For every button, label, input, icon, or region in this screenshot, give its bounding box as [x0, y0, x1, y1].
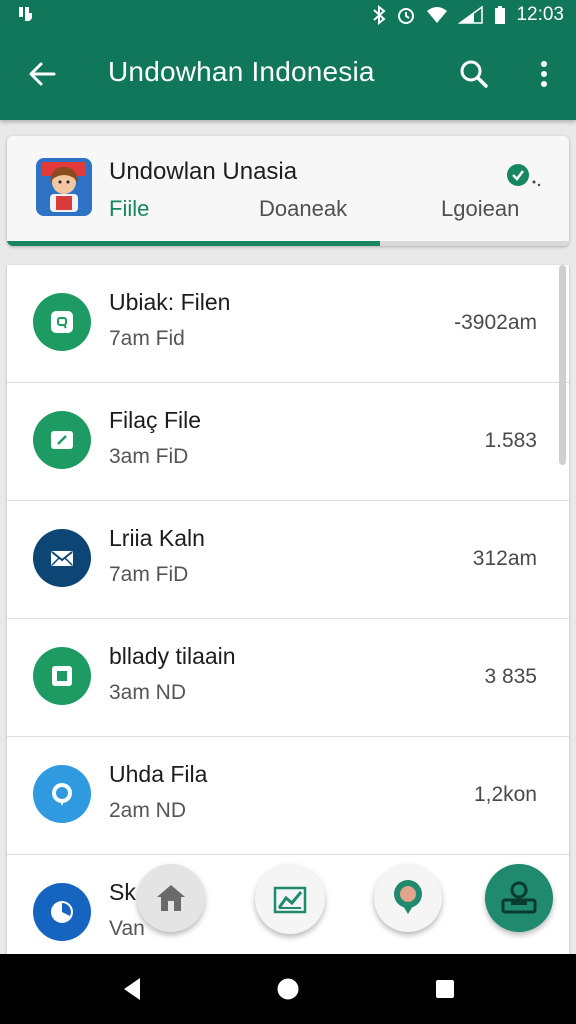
- edit-square-icon: [33, 411, 91, 469]
- file-title: Uhda Fila: [109, 761, 208, 787]
- file-subtitle: 3am FiD: [109, 445, 189, 468]
- chart-icon: [273, 886, 307, 914]
- more-vert-icon[interactable]: [530, 58, 558, 90]
- chat-bubble-icon: [33, 765, 91, 823]
- alarm-icon: [398, 8, 415, 24]
- scrollbar[interactable]: [559, 265, 566, 465]
- avatar[interactable]: [32, 156, 96, 220]
- file-subtitle: 7am Fid: [109, 327, 185, 350]
- cellular-signal-icon: [458, 5, 484, 24]
- status-bar: 12:03: [0, 0, 576, 30]
- map-pin-icon: [394, 880, 422, 914]
- file-value: -3902am: [454, 311, 537, 334]
- file-value: 1.583: [484, 429, 537, 452]
- home-icon: [157, 885, 185, 911]
- tab-files[interactable]: Fiile: [109, 196, 149, 222]
- home-button[interactable]: [137, 864, 205, 932]
- map-button[interactable]: [374, 864, 442, 932]
- wifi-icon: [427, 7, 448, 23]
- file-value: 3 835: [484, 665, 537, 688]
- app-notification-icon: [19, 7, 32, 21]
- tab-login[interactable]: Lgoiean: [441, 196, 519, 222]
- file-list: Ubiak: Filen 7am Fid -3902am Filaç File …: [7, 265, 569, 955]
- file-title: Ubiak: Filen: [109, 289, 231, 315]
- search-icon[interactable]: [458, 58, 490, 90]
- battery-icon: [495, 6, 506, 24]
- profile-card: Undowlan Unasia Fiile Doaneak Lgoiean: [7, 136, 569, 246]
- list-item[interactable]: Uhda Fila 2am ND 1,2kon: [7, 737, 569, 855]
- file-title: bllady tilaain: [109, 643, 236, 669]
- file-subtitle: 2am ND: [109, 799, 187, 822]
- list-item[interactable]: Lriia Kaln 7am FiD 312am: [7, 501, 569, 619]
- file-subtitle: 3am ND: [109, 681, 187, 704]
- list-item[interactable]: bllady tilaain 3am ND 3 835: [7, 619, 569, 737]
- profile-action-button[interactable]: [485, 864, 553, 932]
- status-time: 12:03: [516, 4, 564, 25]
- tab-download[interactable]: Doaneak: [259, 196, 347, 222]
- system-nav-bar: [0, 954, 576, 1024]
- nav-recents-icon[interactable]: [431, 975, 459, 1003]
- tab-indicator: [7, 241, 197, 246]
- app-title: Undowhan Indonesia: [108, 56, 375, 87]
- nav-home-icon[interactable]: [274, 975, 302, 1003]
- file-value: 312am: [472, 547, 537, 570]
- list-item[interactable]: Ubiak: Filen 7am Fid -3902am: [7, 265, 569, 383]
- bluetooth-icon: [373, 5, 386, 25]
- file-value: 1,2kon: [473, 783, 537, 806]
- file-title: Sk: [109, 879, 136, 905]
- chart-button[interactable]: [255, 864, 325, 934]
- profile-name: Undowlan Unasia: [109, 158, 298, 185]
- message-square-icon: [33, 293, 91, 351]
- square-icon: [33, 647, 91, 705]
- pie-chart-icon: [33, 883, 91, 941]
- verified-badge-icon: [507, 164, 541, 187]
- back-arrow-icon[interactable]: [26, 58, 58, 90]
- nav-back-icon[interactable]: [118, 975, 146, 1003]
- mail-icon: [33, 529, 91, 587]
- tab-indicator-secondary: [197, 241, 380, 246]
- file-title: Lriia Kaln: [109, 525, 205, 551]
- app-bar: Undowhan Indonesia: [0, 30, 576, 120]
- profile-card-icon: [501, 881, 537, 914]
- list-item[interactable]: Filaç File 3am FiD 1.583: [7, 383, 569, 501]
- file-title: Filaç File: [109, 407, 202, 433]
- file-subtitle: 7am FiD: [109, 563, 189, 586]
- file-subtitle: Van: [109, 917, 145, 940]
